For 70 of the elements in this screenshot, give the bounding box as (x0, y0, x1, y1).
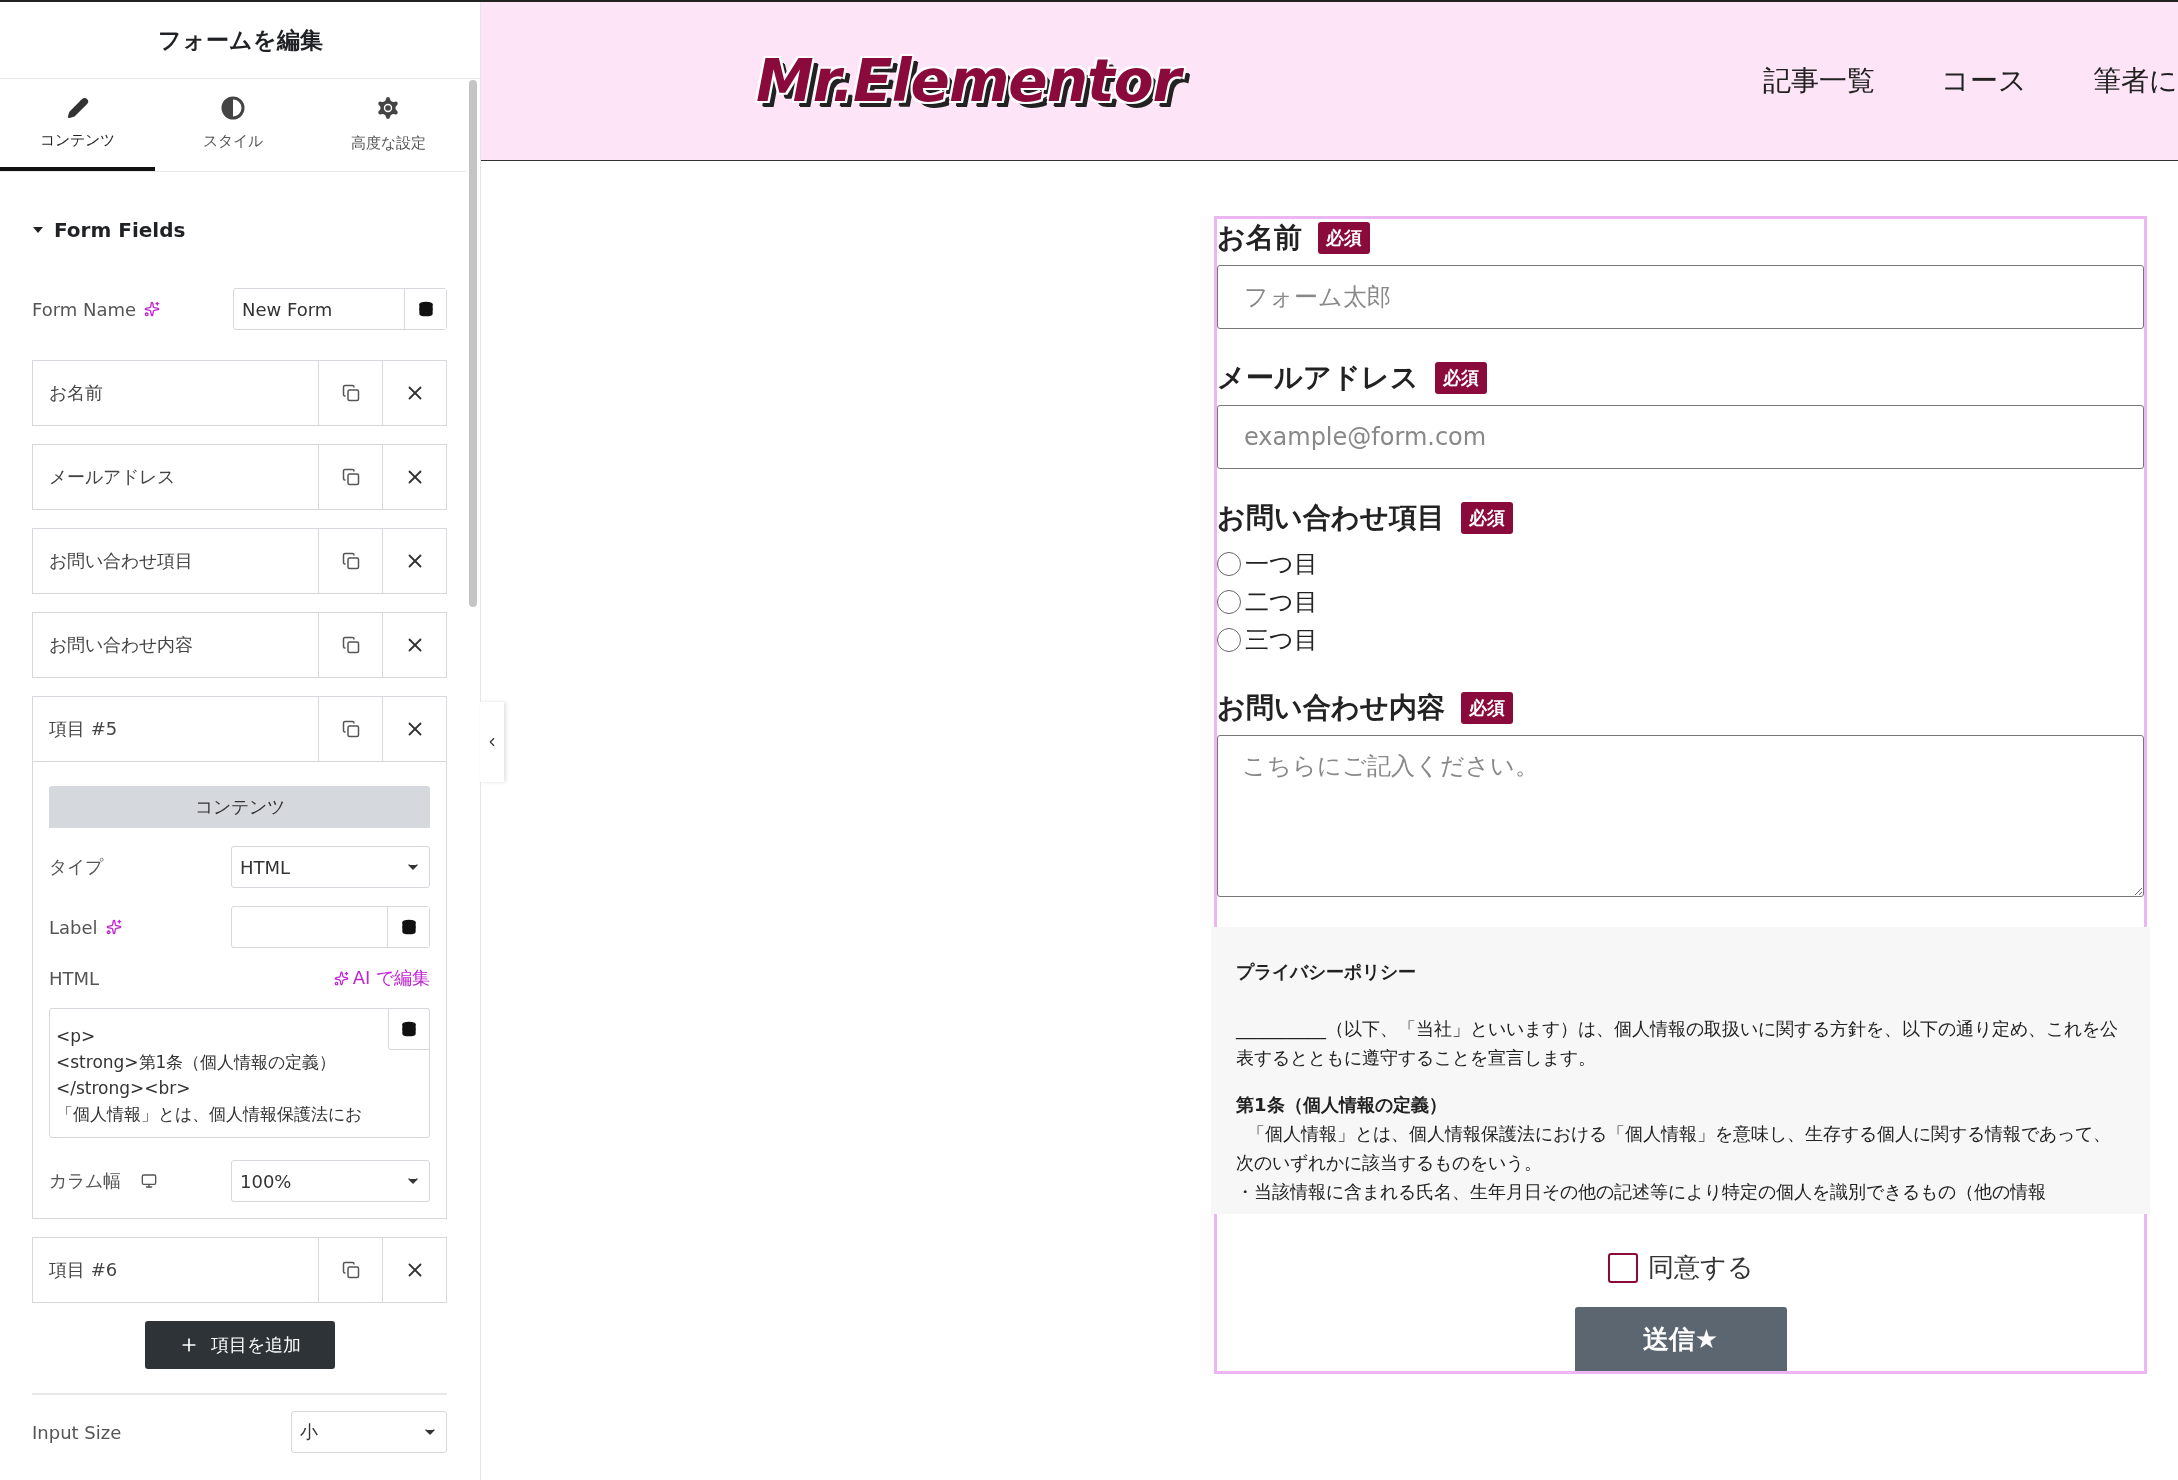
form-name-field[interactable]: New Form (233, 288, 447, 330)
scrollbar[interactable] (469, 80, 477, 607)
type-select[interactable]: HTML (231, 846, 430, 888)
policy-title: プライバシーポリシー (1236, 960, 1417, 984)
input-size-select[interactable]: 小 (291, 1411, 447, 1453)
text-field[interactable]: フォーム太郎 (1217, 265, 2144, 329)
sparkle-icon (144, 301, 161, 317)
sparkle-icon (333, 970, 349, 986)
required-badge: 必須 (1435, 362, 1487, 394)
dynamic-tags-button[interactable] (387, 907, 429, 947)
database-icon (417, 301, 434, 317)
copy-icon (341, 468, 360, 486)
copy-icon (341, 1261, 360, 1279)
add-item-button[interactable]: 項目を追加 (144, 1321, 335, 1369)
form-label: お問い合わせ内容 (1217, 690, 1445, 726)
field-label: カラム幅 (49, 1169, 121, 1193)
copy-icon (341, 552, 360, 570)
field-item[interactable]: 項目 #6 (33, 1238, 318, 1302)
policy-text: __________（以下、「当社」といいます）は、個人情報の取扱いに関する方針を、以下の通り定め、これを公表するとともに遵守することを宣言します。 (1236, 1017, 2119, 1070)
field-item[interactable]: お問い合わせ項目 (33, 529, 318, 593)
nav-link[interactable]: コース (1941, 62, 2027, 100)
panel-tab[interactable]: スタイル (155, 79, 311, 171)
desktop-icon (141, 1173, 157, 1189)
consent-label: 同意する (1647, 1251, 1754, 1284)
field-item[interactable]: お問い合わせ内容 (33, 613, 318, 677)
database-icon (401, 1021, 417, 1037)
label-field[interactable] (231, 906, 430, 948)
nav-link[interactable]: 記事一覧 (1763, 62, 1875, 100)
panel-tab[interactable]: コンテンツ (0, 79, 156, 171)
field-label: HTML (49, 967, 100, 989)
field-label: Input Size (32, 1421, 122, 1443)
policy-text: ・当該情報に含まれる氏名、生年月日その他の記述等により特定の個人を識別できるもの（他の情報 (1236, 1180, 2047, 1204)
radio-label: 二つ目 (1245, 587, 1318, 618)
panel-title: フォームを編集 (0, 2, 480, 79)
radio-label: 一つ目 (1245, 549, 1318, 580)
radio-label: 三つ目 (1245, 625, 1318, 656)
field-item[interactable]: 項目 #5 (33, 697, 318, 761)
form-label: お名前 (1217, 220, 1302, 256)
form-label: メールアドレス (1217, 360, 1419, 396)
submit-button[interactable]: 送信★ (1574, 1307, 1787, 1371)
form-label: お問い合わせ項目 (1217, 500, 1445, 536)
contrast-icon (221, 95, 245, 120)
policy-text: 「個人情報」とは、個人情報保護法における「個人情報」を意味し、生存する個人に関する情報であって、次のいずれかに該当するものをいう。 (1236, 1122, 2112, 1175)
copy-icon (341, 720, 360, 738)
column-width-select[interactable]: 100% (231, 1160, 430, 1202)
section-toggle[interactable]: Form Fields (32, 218, 186, 242)
required-badge: 必須 (1461, 692, 1513, 724)
database-icon (400, 919, 417, 935)
copy-icon (341, 384, 360, 402)
policy-heading: 第1条（個人情報の定義） (1236, 1093, 1448, 1117)
required-badge: 必須 (1318, 222, 1370, 254)
message-field[interactable]: こちらにご記入ください。 (1217, 735, 2144, 897)
text-field[interactable]: example@form.com (1217, 405, 2144, 469)
pencil-icon (66, 96, 89, 119)
required-badge: 必須 (1461, 502, 1513, 534)
content-tab[interactable]: コンテンツ (49, 786, 430, 828)
panel-tab[interactable]: 高度な設定 (310, 79, 466, 171)
sparkle-icon (105, 919, 122, 935)
field-label: Label (49, 916, 98, 938)
dynamic-tags-button[interactable] (388, 1008, 430, 1050)
dynamic-tags-button[interactable] (404, 289, 446, 329)
ai-edit-link[interactable]: AI で編集 (333, 966, 430, 990)
html-code-field[interactable]: <p> <strong>第1条（個人情報の定義） </strong><br> 「個人情報」とは、個人情報保護法にお (49, 1008, 430, 1138)
nav-link[interactable]: 筆者に (2093, 62, 2178, 100)
consent-checkbox[interactable] (1607, 1252, 1638, 1283)
copy-icon (341, 636, 360, 654)
field-item[interactable]: メールアドレス (33, 445, 318, 509)
field-label: タイプ (49, 855, 103, 879)
field-label: Form Name (32, 298, 137, 320)
field-item[interactable]: お名前 (33, 361, 318, 425)
